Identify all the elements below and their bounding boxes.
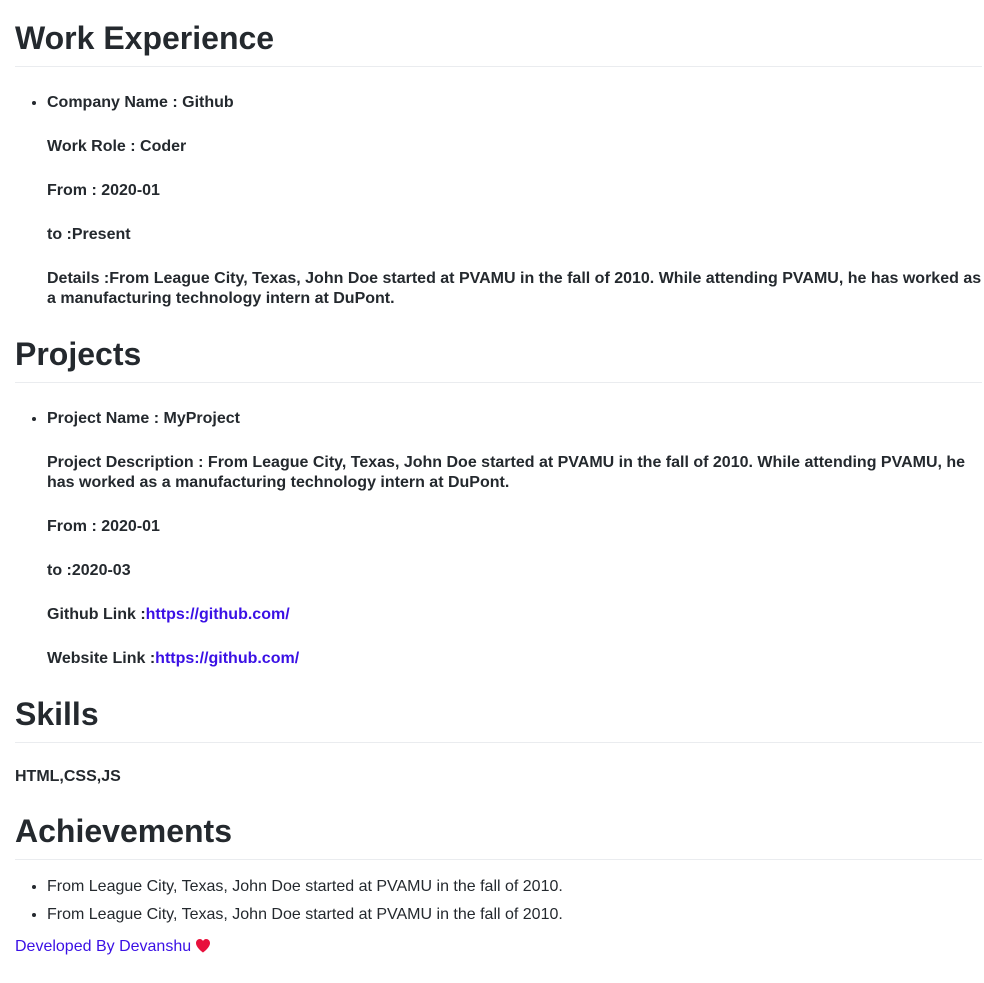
work-experience-item: Company Name : Github Work Role : Coder … <box>47 93 982 309</box>
resume-page: Work Experience Company Name : Github Wo… <box>0 0 984 959</box>
company-name: Company Name : Github <box>47 94 234 111</box>
projects-list: Project Name : MyProject Project Descrip… <box>15 409 982 669</box>
project-description: Project Description : From League City, … <box>47 454 966 491</box>
work-experience-list: Company Name : Github Work Role : Coder … <box>15 93 982 309</box>
project-from-date: From : 2020-01 <box>47 518 160 535</box>
website-link-label: Website Link : <box>47 650 156 667</box>
skills-heading: Skills <box>15 694 982 743</box>
github-link-label: Github Link : <box>47 606 146 623</box>
skills-section: Skills HTML,CSS,JS <box>15 694 982 787</box>
work-to-date: to :Present <box>47 226 131 243</box>
github-link-row: Github Link :https://github.com/ <box>47 605 982 625</box>
website-link-row: Website Link :https://github.com/ <box>47 649 982 669</box>
projects-heading: Projects <box>15 334 982 383</box>
footer-credit: Developed By Devanshu <box>15 938 192 955</box>
work-experience-heading: Work Experience <box>15 0 982 67</box>
work-role: Work Role : Coder <box>47 138 187 155</box>
achievement-item: From League City, Texas, John Doe starte… <box>47 905 982 925</box>
heart-icon <box>195 938 211 959</box>
work-from-date: From : 2020-01 <box>47 182 160 199</box>
achievements-section: Achievements From League City, Texas, Jo… <box>15 811 982 925</box>
work-experience-section: Work Experience Company Name : Github Wo… <box>15 0 982 309</box>
achievements-heading: Achievements <box>15 811 982 860</box>
achievements-list: From League City, Texas, John Doe starte… <box>15 877 982 925</box>
achievement-item: From League City, Texas, John Doe starte… <box>47 877 982 897</box>
projects-section: Projects Project Name : MyProject Projec… <box>15 334 982 669</box>
github-link[interactable]: https://github.com/ <box>146 606 290 623</box>
project-to-date: to :2020-03 <box>47 562 131 579</box>
project-item: Project Name : MyProject Project Descrip… <box>47 409 982 669</box>
footer: Developed By Devanshu <box>15 937 982 959</box>
work-details: Details :From League City, Texas, John D… <box>47 270 982 307</box>
website-link[interactable]: https://github.com/ <box>155 650 299 667</box>
skills-list: HTML,CSS,JS <box>15 768 121 785</box>
project-name: Project Name : MyProject <box>47 410 240 427</box>
